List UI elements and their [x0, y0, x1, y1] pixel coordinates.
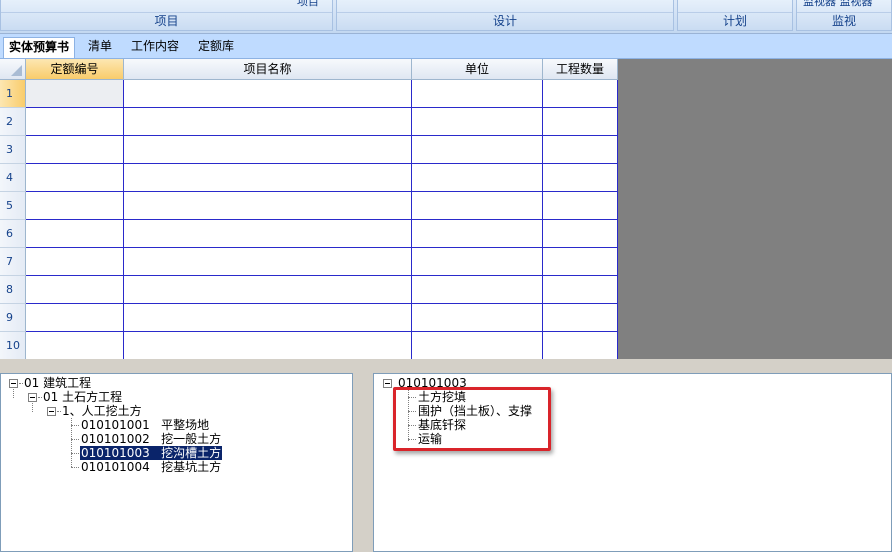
tab-bill[interactable]: 清单: [83, 37, 117, 58]
table-row: 9: [0, 304, 618, 332]
row-number[interactable]: 7: [0, 248, 26, 276]
grid-cell[interactable]: [412, 220, 543, 248]
ribbon-group-label: 设计: [492, 14, 517, 28]
ribbon-group-plan: 计划: [677, 0, 793, 31]
table-row: 6: [0, 220, 618, 248]
ribbon-group-label: 计划: [722, 14, 747, 28]
row-number[interactable]: 10: [0, 332, 26, 360]
vertical-splitter[interactable]: [353, 373, 373, 552]
grid-cell[interactable]: [543, 304, 618, 332]
column-header-quota-code[interactable]: 定额编号: [26, 59, 124, 80]
tree-leaf-item[interactable]: 010101001 平整场地: [81, 418, 209, 432]
tab-work-content[interactable]: 工作内容: [126, 37, 184, 58]
grid-cell[interactable]: [26, 80, 124, 108]
table-row: 3: [0, 136, 618, 164]
row-number[interactable]: 4: [0, 164, 26, 192]
grid-cell[interactable]: [26, 220, 124, 248]
grid-cell[interactable]: [26, 276, 124, 304]
grid-cell[interactable]: [543, 332, 618, 360]
grid-cell[interactable]: [124, 80, 412, 108]
table-row: 10: [0, 332, 618, 360]
column-header-quantity[interactable]: 工程数量: [543, 59, 618, 80]
grid-cell[interactable]: [124, 248, 412, 276]
select-all-corner[interactable]: [0, 59, 26, 80]
horizontal-splitter[interactable]: [0, 359, 892, 373]
ribbon-group-monitor: 监视器 监视器 监视: [796, 0, 892, 31]
ribbon-group-design: 设计: [336, 0, 674, 31]
grid-cell[interactable]: [543, 108, 618, 136]
empty-workspace: [618, 59, 892, 359]
table-row: 5: [0, 192, 618, 220]
collapse-icon[interactable]: [28, 393, 37, 402]
grid-cell[interactable]: [543, 220, 618, 248]
table-row: 7: [0, 248, 618, 276]
quota-grid: 定额编号 项目名称 单位 工程数量 1 2 3 4 5 6 7 8 9 10: [0, 59, 618, 360]
quota-tree-panel: 01 建筑工程 01 土石方工程 1、人工挖土方 010101001 平整场地 …: [0, 373, 353, 552]
collapse-icon[interactable]: [383, 379, 392, 388]
document-tabs: 实体预算书 清单 工作内容 定额库: [0, 34, 892, 59]
grid-cell[interactable]: [26, 248, 124, 276]
table-row: 1: [0, 80, 618, 108]
grid-cell[interactable]: [412, 304, 543, 332]
grid-cell[interactable]: [543, 276, 618, 304]
tab-budget[interactable]: 实体预算书: [3, 37, 76, 58]
grid-cell[interactable]: [412, 164, 543, 192]
grid-cell[interactable]: [26, 192, 124, 220]
row-number[interactable]: 3: [0, 136, 26, 164]
grid-cell[interactable]: [26, 304, 124, 332]
annotation-highlight-box: [393, 387, 551, 451]
ribbon-group-project: 项目 项目: [0, 0, 333, 31]
ribbon-group-label: 监视: [831, 14, 856, 28]
grid-cell[interactable]: [412, 192, 543, 220]
row-number[interactable]: 2: [0, 108, 26, 136]
grid-cell[interactable]: [124, 136, 412, 164]
table-row: 8: [0, 276, 618, 304]
tree-node-earthwork[interactable]: 01 土石方工程: [43, 390, 122, 404]
grid-cell[interactable]: [26, 108, 124, 136]
tree-node-manual-excavation[interactable]: 1、人工挖土方: [62, 404, 142, 418]
grid-cell[interactable]: [412, 136, 543, 164]
grid-cell[interactable]: [412, 276, 543, 304]
row-number[interactable]: 5: [0, 192, 26, 220]
tree-leaf-item[interactable]: 010101004 挖基坑土方: [81, 460, 221, 474]
grid-cell[interactable]: [412, 248, 543, 276]
grid-cell[interactable]: [124, 164, 412, 192]
grid-cell[interactable]: [26, 332, 124, 360]
grid-cell[interactable]: [124, 304, 412, 332]
ribbon: 项目 项目 设计 计划 监视器 监视器 监视: [0, 0, 892, 34]
grid-cell[interactable]: [412, 80, 543, 108]
grid-cell[interactable]: [124, 220, 412, 248]
grid-cell[interactable]: [543, 248, 618, 276]
grid-cell[interactable]: [124, 332, 412, 360]
row-number[interactable]: 6: [0, 220, 26, 248]
grid-cell[interactable]: [543, 164, 618, 192]
grid-cell[interactable]: [124, 276, 412, 304]
row-number[interactable]: 8: [0, 276, 26, 304]
table-row: 4: [0, 164, 618, 192]
grid-cell[interactable]: [543, 136, 618, 164]
row-number[interactable]: 9: [0, 304, 26, 332]
table-row: 2: [0, 108, 618, 136]
grid-cell[interactable]: [124, 108, 412, 136]
select-all-icon: [11, 65, 22, 76]
tree-node-construction[interactable]: 01 建筑工程: [24, 376, 91, 390]
row-number[interactable]: 1: [0, 80, 26, 108]
tab-quota-library[interactable]: 定额库: [193, 37, 239, 58]
ribbon-group-label: 项目: [154, 14, 179, 28]
grid-cell[interactable]: [26, 164, 124, 192]
grid-cell[interactable]: [543, 80, 618, 108]
collapse-icon[interactable]: [9, 379, 18, 388]
column-header-unit[interactable]: 单位: [412, 59, 543, 80]
ribbon-cut-label[interactable]: 项目: [297, 0, 319, 8]
grid-cell[interactable]: [124, 192, 412, 220]
grid-cell[interactable]: [543, 192, 618, 220]
ribbon-cut-label[interactable]: 监视器 监视器: [803, 0, 873, 8]
tree-leaf-item-selected[interactable]: 010101003 挖沟槽土方: [80, 446, 223, 460]
tree-leaf-item[interactable]: 010101002 挖一般土方: [81, 432, 221, 446]
collapse-icon[interactable]: [47, 407, 56, 416]
grid-cell[interactable]: [26, 136, 124, 164]
grid-cell[interactable]: [412, 108, 543, 136]
grid-cell[interactable]: [412, 332, 543, 360]
column-header-item-name[interactable]: 项目名称: [124, 59, 412, 80]
